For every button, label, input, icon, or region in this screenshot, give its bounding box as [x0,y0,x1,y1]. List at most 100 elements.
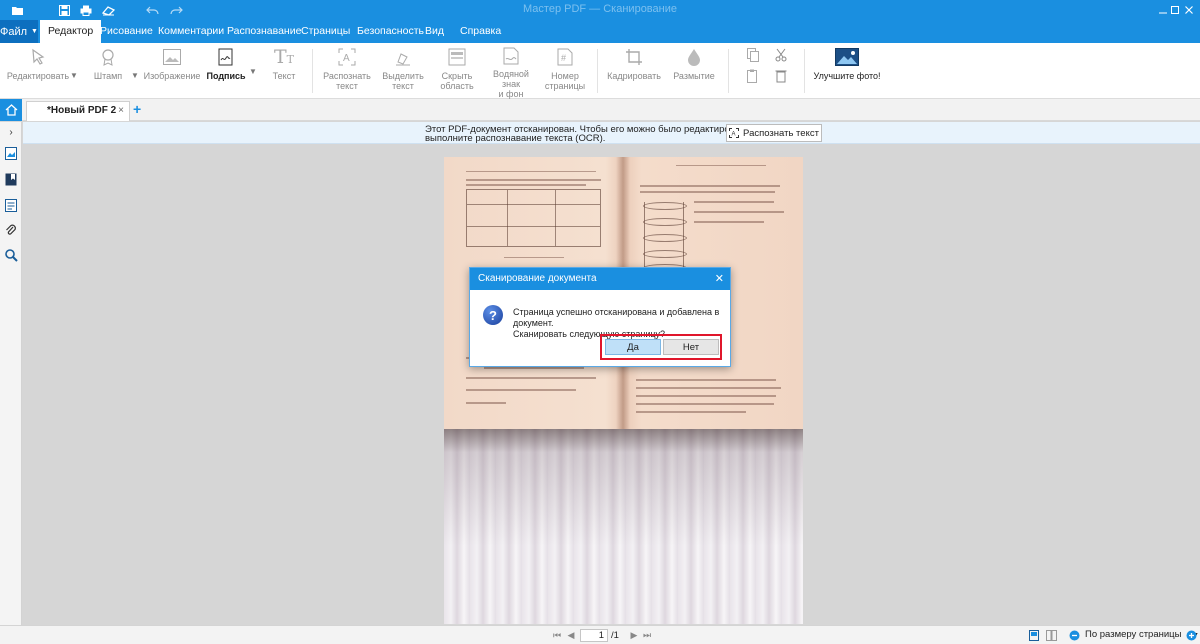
last-page-icon[interactable]: ⏭ [641,629,653,641]
ribbon-toolbar: Редактировать ▼ Штамп ▼ Изображение Подп… [0,43,1200,99]
edit-cursor-icon [28,47,48,67]
svg-text:A: A [732,132,736,138]
image-icon [162,47,182,67]
select-text-button[interactable]: Выделить текст [380,47,426,97]
ribbon-separator [804,49,805,93]
first-page-icon[interactable]: ⏮ [551,629,563,641]
close-window-icon[interactable] [1178,1,1200,19]
ribbon-separator [728,49,729,93]
zoom-select[interactable]: По размеру страницы ▼ [1085,629,1199,640]
document-tab[interactable]: *Новый PDF 2 × [26,101,130,121]
stamp-button[interactable]: Штамп [88,47,128,97]
helix-figure [643,202,687,272]
recognize-text-button[interactable]: A Распознать текст [321,47,373,97]
signature-dropdown-icon[interactable]: ▼ [249,67,257,76]
chevron-right-icon[interactable]: › [4,125,18,139]
svg-text:#: # [561,53,566,63]
image-button[interactable]: Изображение [143,47,201,97]
signature-button[interactable]: Подпись [206,47,246,97]
hide-label-2: область [440,81,474,91]
copy-icon [743,48,763,62]
tab-help[interactable]: Справка [452,20,509,43]
trash-icon [771,69,791,83]
select-label-1: Выделить [382,71,424,81]
scanned-table [466,189,601,247]
yes-button[interactable]: Да [605,339,661,355]
hide-label-1: Скрыть [441,71,473,81]
text-tool-icon: TT [273,46,295,68]
add-tab-icon[interactable]: + [133,101,141,117]
watermark-label-1: Водяной знак [493,69,529,89]
highlighter-icon [393,47,413,67]
recognize-text-banner-label: Распознать текст [743,127,819,139]
window-title: Мастер PDF — Сканирование [523,3,677,15]
hide-area-icon [447,47,467,67]
blur-button[interactable]: Размытие [671,47,717,97]
edit-dropdown-icon[interactable]: ▼ [70,71,78,80]
stamp-label: Штамп [93,71,123,81]
close-icon[interactable]: ✕ [715,268,724,290]
stamp-dropdown-icon[interactable]: ▼ [131,71,139,80]
watermark-label-2: и фон [498,89,524,99]
tab-view[interactable]: Вид [417,20,452,43]
photo-icon [834,47,860,67]
thumbnails-icon[interactable] [4,146,18,160]
zoom-in-icon[interactable] [1185,629,1197,641]
watermark-button[interactable]: Водяной знак и фон [483,47,539,99]
scan-dialog: Сканирование документа ✕ ? Страница успе… [469,267,731,367]
crop-icon [624,47,644,67]
scan-dialog-title: Сканирование документа [478,273,597,284]
ribbon-separator [312,49,313,93]
page-total: /1 [611,630,619,641]
page-number-button[interactable]: # Номер страницы [545,47,585,97]
two-page-view-icon[interactable] [1045,629,1057,641]
single-page-view-icon[interactable] [1028,629,1040,641]
svg-text:A: A [343,53,350,64]
close-tab-icon[interactable]: × [118,102,124,120]
search-icon[interactable] [4,248,18,262]
next-page-icon[interactable]: ▶ [628,629,640,641]
signature-icon [216,47,236,67]
bookmarks-icon[interactable] [4,172,18,186]
scanned-page [444,157,803,624]
recognize-text-banner-button[interactable]: A Распознать текст [726,124,822,142]
ocr-banner-message: Этот PDF-документ отсканирован. Чтобы ег… [425,125,752,144]
file-menu-button[interactable]: Файл ▼ [0,20,38,43]
watermark-icon [501,47,521,65]
attachments-icon[interactable] [4,223,18,237]
page-number-icon: # [555,47,575,67]
crop-label: Кадрировать [607,71,661,81]
recognize-label-2: текст [336,81,358,91]
pagenum-label-2: страницы [544,81,586,91]
highlight-frame: Да Нет [600,334,722,360]
ocr-message-line-2: выполните распознавание текста (OCR). [425,133,606,144]
image-label: Изображение [143,71,201,81]
edit-button[interactable]: Редактировать [6,47,70,97]
crop-button[interactable]: Кадрировать [607,47,661,97]
no-button[interactable]: Нет [663,339,719,355]
stamp-icon [98,47,118,67]
zoom-out-icon[interactable] [1068,629,1080,641]
hide-area-button[interactable]: Скрыть область [437,47,477,97]
copy-button[interactable] [745,48,761,64]
page-number-input[interactable]: 1 [580,629,608,642]
cut-button[interactable] [773,48,789,64]
zoom-select-value: По размеру страницы [1085,629,1182,640]
ocr-banner: Этот PDF-документ отсканирован. Чтобы ег… [23,122,1200,144]
enhance-label: Улучшите фото! [813,71,881,81]
question-icon: ? [483,305,503,325]
text-button[interactable]: TT Текст [268,47,300,97]
home-button[interactable] [0,99,22,121]
file-menu-label: Файл [0,25,28,38]
delete-button[interactable] [773,69,789,85]
blur-drop-icon [684,47,704,67]
title-bar: Мастер PDF — Сканирование [0,0,1200,20]
paste-icon [743,69,763,83]
paste-button[interactable] [745,69,761,85]
enhance-photo-button[interactable]: Улучшите фото! [812,47,882,97]
prev-page-icon[interactable]: ◀ [565,629,577,641]
menu-bar: Файл ▼ Редактор Рисование Комментарии Ра… [0,20,1200,43]
left-sidebar: › [0,122,22,644]
document-tabs-bar: *Новый PDF 2 × + [0,99,1200,121]
annotations-icon[interactable] [4,198,18,212]
